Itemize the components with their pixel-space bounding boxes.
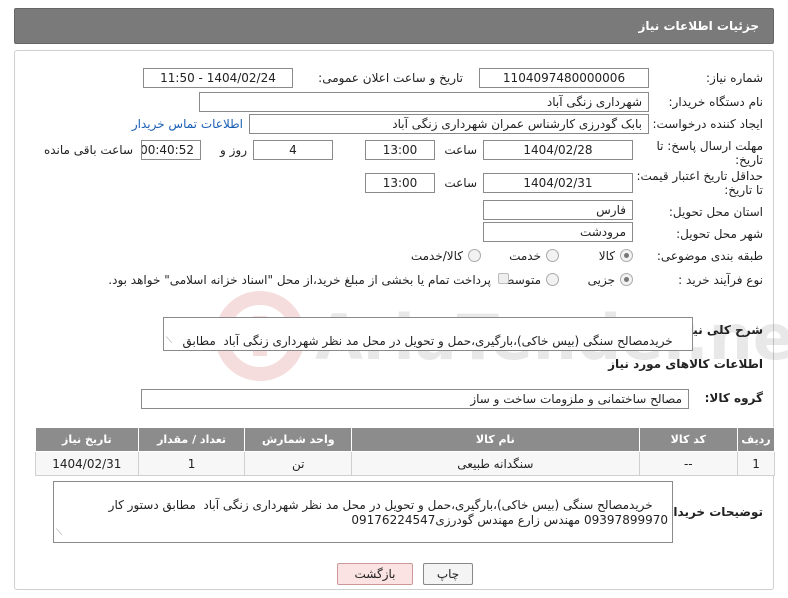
delivery-city-field: مرودشت (483, 222, 633, 242)
treasury-payment-note: پرداخت تمام یا بخشی از مبلغ خرید،از محل … (108, 273, 491, 287)
col-date-header: تاریخ نیاز (35, 427, 139, 452)
need-number-field: 1104097480000006 (479, 68, 649, 88)
cell-qty: 1 (137, 451, 246, 476)
buyer-org-label: نام دستگاه خریدار: (668, 95, 764, 109)
price-validity-date: 1404/02/31 (483, 173, 633, 193)
category-service-radio[interactable] (546, 249, 559, 262)
price-validity-time: 13:00 (365, 173, 435, 193)
resize-grip-icon[interactable]: ⟋ (166, 334, 172, 349)
buyer-notes-label: توضیحات خریدار: (661, 505, 763, 519)
purchase-minor-label: جزیی (587, 273, 615, 287)
buyer-notes-text: خریدمصالح سنگی (بیس خاکی)،بارگیری،حمل و … (108, 498, 668, 527)
remaining-days: 4 (253, 140, 333, 160)
category-service-label: خدمت (509, 249, 541, 263)
col-qty-header: تعداد / مقدار (137, 427, 246, 452)
goods-table: ردیف کد کالا نام کالا واحد شمارش تعداد /… (35, 427, 775, 476)
goods-group-field: مصالح ساختمانی و ملزومات ساخت و ساز (141, 389, 689, 409)
page-header: جزئیات اطلاعات نیاز (14, 8, 774, 44)
category-goods-service-radio[interactable] (468, 249, 481, 262)
announce-datetime-field: 1404/02/24 - 11:50 (143, 68, 293, 88)
purchase-type-label: نوع فرآیند خرید : (678, 273, 763, 287)
cell-row: 1 (737, 451, 775, 476)
reply-deadline-label-1: مهلت ارسال پاسخ: تا (656, 139, 763, 153)
goods-section-title: اطلاعات کالاهای مورد نیاز (608, 357, 763, 371)
cell-code: -- (638, 451, 739, 476)
buyer-notes-textarea: خریدمصالح سنگی (بیس خاکی)،بارگیری،حمل و … (53, 481, 673, 543)
category-goods-service-label: کالا/خدمت (410, 249, 463, 263)
delivery-province-label: استان محل تحویل: (668, 205, 763, 219)
days-label: روز و (220, 143, 247, 157)
reply-time-label: ساعت (444, 143, 477, 157)
requester-field: بابک گودرزی کارشناس عمران شهرداری زنگی آ… (249, 114, 649, 134)
purchase-medium-radio[interactable] (546, 273, 559, 286)
remaining-time: 00:40:52 (141, 140, 201, 160)
category-goods-label: کالا (598, 249, 615, 263)
resize-grip-icon[interactable]: ⟋ (56, 526, 62, 541)
col-unit-header: واحد شمارش (244, 427, 353, 452)
print-button[interactable]: چاپ (423, 563, 473, 585)
buyer-org-field: شهرداری زنگی آباد (199, 92, 649, 112)
reply-deadline-date: 1404/02/28 (483, 140, 633, 160)
delivery-province-field: فارس (483, 200, 633, 220)
requester-label: ایجاد کننده درخواست: (652, 117, 763, 131)
treasury-payment-checkbox[interactable] (498, 273, 509, 284)
price-validity-label-2: تا تاریخ: (724, 183, 763, 197)
col-row-header: ردیف (737, 427, 775, 452)
table-row: 1 -- سنگدانه طبیعی تن 1 1404/02/31 (35, 451, 775, 476)
reply-deadline-time: 13:00 (365, 140, 435, 160)
cell-unit: تن (244, 451, 353, 476)
price-time-label: ساعت (444, 176, 477, 190)
goods-group-label: گروه کالا: (704, 391, 763, 405)
back-button[interactable]: بازگشت (337, 563, 413, 585)
buyer-contact-link[interactable]: اطلاعات تماس خریدار (132, 117, 243, 131)
description-text: خریدمصالح سنگی (بیس خاکی)،بارگیری،حمل و … (182, 334, 688, 350)
remaining-time-label: ساعت باقی مانده (43, 143, 133, 157)
reply-deadline-label-2: تاریخ: (735, 153, 763, 167)
announce-datetime-label: تاریخ و ساعت اعلان عمومی: (318, 71, 463, 85)
category-goods-radio[interactable] (620, 249, 633, 262)
price-validity-label-1: حداقل تاریخ اعتبار قیمت: (636, 169, 763, 183)
category-label: طبقه بندی موضوعی: (656, 249, 763, 263)
need-number-label: شماره نیاز: (706, 71, 763, 85)
details-panel: AriaTender.neT شماره نیاز: 1104097480000… (14, 50, 788, 590)
col-name-header: نام کالا (351, 427, 640, 452)
page-title: جزئیات اطلاعات نیاز (638, 19, 759, 33)
col-code-header: کد کالا (638, 427, 739, 452)
description-textarea: خریدمصالح سنگی (بیس خاکی)،بارگیری،حمل و … (163, 317, 693, 351)
purchase-minor-radio[interactable] (620, 273, 633, 286)
delivery-city-label: شهر محل تحویل: (676, 227, 763, 241)
table-header-row: ردیف کد کالا نام کالا واحد شمارش تعداد /… (35, 427, 775, 452)
cell-name: سنگدانه طبیعی (351, 451, 640, 476)
cell-date: 1404/02/31 (35, 451, 139, 476)
